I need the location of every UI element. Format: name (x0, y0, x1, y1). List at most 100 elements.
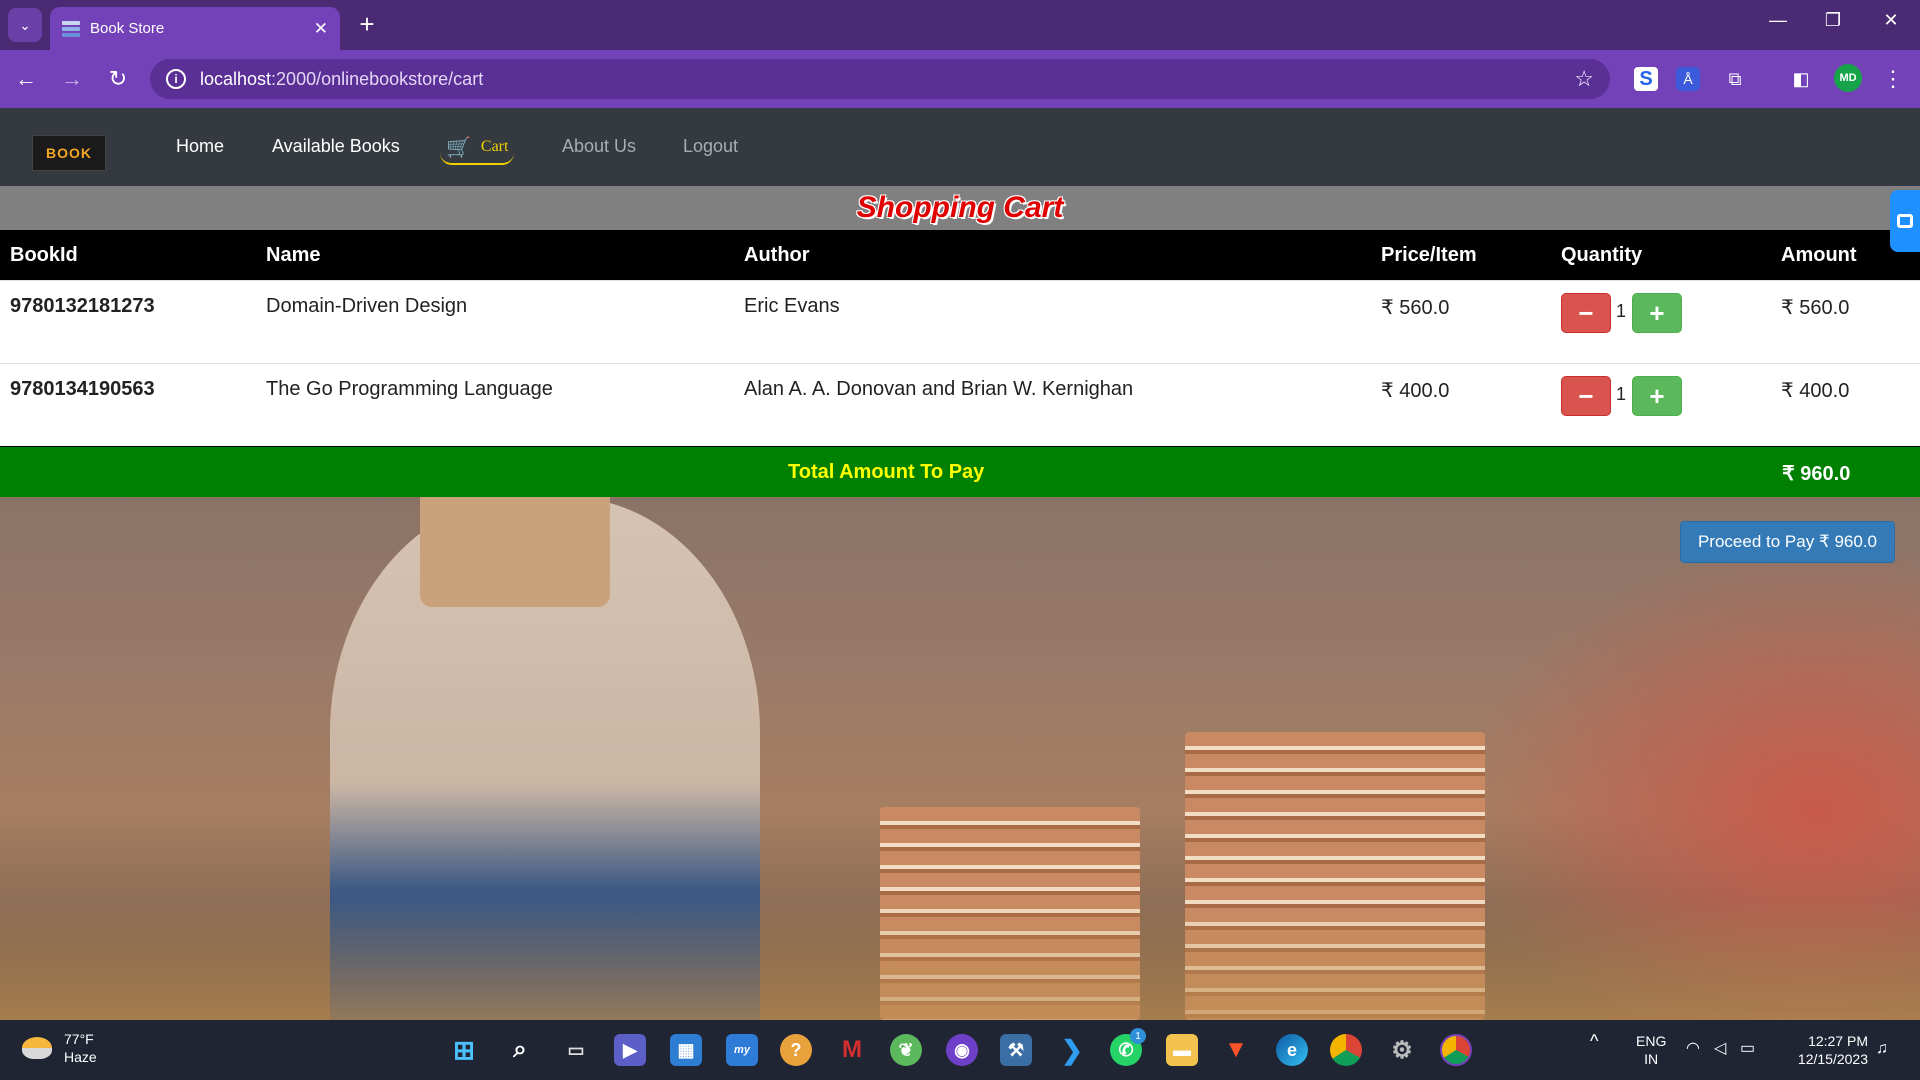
grass-foreground (0, 900, 1920, 1020)
chrome-profile-icon[interactable] (1440, 1034, 1472, 1066)
url-text: localhost:2000/onlinebookstore/cart (200, 68, 484, 89)
show-hidden-icons-icon[interactable]: ^ (1590, 1032, 1598, 1050)
file-explorer-icon[interactable]: ▬ (1166, 1034, 1198, 1066)
mysql-workbench-icon[interactable]: ⚒ (1000, 1034, 1032, 1066)
decrease-quantity-button[interactable]: − (1561, 376, 1611, 416)
system-clock[interactable]: 12:27 PM 12/15/2023 (1784, 1032, 1868, 1068)
task-view-icon[interactable]: ▭ (560, 1034, 592, 1066)
nav-cart[interactable]: 🛒 Cart (440, 131, 515, 165)
column-header-amount: Amount (1781, 244, 1857, 266)
column-header-author: Author (744, 244, 810, 266)
book-amount: ₹ 560.0 (1781, 297, 1850, 319)
held-book (420, 497, 610, 607)
shopping-cart-icon: 🛒 (446, 136, 471, 159)
decrease-quantity-button[interactable]: − (1561, 293, 1611, 333)
nav-about-us[interactable]: About Us (562, 136, 636, 157)
mcafee-icon[interactable]: M (836, 1034, 868, 1066)
total-row: Total Amount To Pay ₹ 960.0 (0, 447, 1920, 497)
close-window-icon[interactable]: ✕ (1871, 10, 1911, 31)
volume-icon[interactable]: ◁ (1714, 1040, 1726, 1058)
quantity-value: 1 (1616, 384, 1627, 404)
microsoft-store-icon[interactable]: ▦ (670, 1034, 702, 1066)
page-title: Shopping Cart (856, 191, 1064, 224)
whatsapp-badge: 1 (1130, 1028, 1146, 1044)
book-favicon-icon (62, 20, 80, 37)
total-label: Total Amount To Pay (788, 461, 985, 483)
extension-a-icon[interactable]: Å (1676, 67, 1700, 91)
increase-quantity-button[interactable]: + (1632, 293, 1682, 333)
cart-table-header: BookId Name Author Price/Item Quantity A… (0, 230, 1920, 280)
table-row: 9780132181273 Domain-Driven Design Eric … (0, 280, 1920, 363)
mysql-icon[interactable]: my (726, 1034, 758, 1066)
nav-cart-label: Cart (480, 138, 509, 155)
book-author: Eric Evans (744, 295, 840, 317)
plus-icon: + (1649, 297, 1665, 328)
extensions-puzzle-icon[interactable]: ⧉ (1720, 64, 1750, 94)
windows-start-icon[interactable]: ⊞ (448, 1034, 480, 1066)
wifi-icon[interactable]: ◠ (1686, 1040, 1700, 1058)
profile-avatar[interactable]: MD (1834, 64, 1862, 92)
browser-tab[interactable]: Book Store ✕ (50, 7, 340, 50)
nav-available-books[interactable]: Available Books (272, 136, 400, 157)
nav-logout[interactable]: Logout (683, 136, 738, 157)
search-icon[interactable]: ⌕ (504, 1034, 536, 1066)
restore-icon[interactable]: ❐ (1813, 10, 1853, 31)
weather-haze-icon (22, 1037, 52, 1059)
proceed-to-pay-button[interactable]: Proceed to Pay ₹ 960.0 (1680, 521, 1895, 563)
vscode-icon[interactable]: ❯ (1056, 1034, 1088, 1066)
book-amount: ₹ 400.0 (1781, 380, 1850, 402)
browser-menu-icon[interactable]: ⋮ (1878, 64, 1908, 94)
chevron-down-icon: ⌄ (19, 16, 31, 33)
tab-close-icon[interactable]: ✕ (314, 19, 328, 39)
book-author: Alan A. A. Donovan and Brian W. Kernigha… (744, 378, 1134, 400)
book-name: Domain-Driven Design (266, 295, 468, 317)
extension-s-icon[interactable]: S (1634, 67, 1658, 91)
reload-icon[interactable]: ↻ (102, 63, 134, 95)
weather-condition: Haze (64, 1049, 97, 1065)
battery-icon[interactable]: ▭ (1740, 1040, 1755, 1058)
teams-chat-icon[interactable]: ▶ (614, 1034, 646, 1066)
github-desktop-icon[interactable]: ◉ (946, 1034, 978, 1066)
side-widget-tab[interactable] (1890, 190, 1920, 252)
minus-icon: − (1578, 380, 1594, 411)
book-name: The Go Programming Language (266, 378, 553, 400)
plus-icon: + (1649, 380, 1665, 411)
settings-gear-icon[interactable]: ⚙ (1386, 1034, 1418, 1066)
column-header-price: Price/Item (1381, 244, 1477, 266)
minimize-icon[interactable]: — (1758, 10, 1798, 31)
book-id: 9780132181273 (10, 295, 155, 317)
back-icon[interactable]: ← (10, 63, 42, 95)
site-logo[interactable]: BOOK (32, 135, 106, 171)
minus-icon: − (1578, 297, 1594, 328)
tab-search-button[interactable]: ⌄ (8, 8, 42, 42)
edge-browser-icon[interactable]: e (1276, 1034, 1308, 1066)
increase-quantity-button[interactable]: + (1632, 376, 1682, 416)
bookmark-star-icon[interactable]: ☆ (1574, 66, 1594, 92)
notification-bell-icon[interactable]: ♫ (1876, 1040, 1888, 1058)
weather-widget[interactable]: 77°F Haze (22, 1030, 97, 1066)
book-id: 9780134190563 (10, 378, 155, 400)
cart-title-bar: Shopping Cart (0, 186, 1920, 230)
quantity-value: 1 (1616, 301, 1627, 321)
nav-home[interactable]: Home (176, 136, 224, 157)
book-price: ₹ 400.0 (1381, 380, 1450, 402)
column-header-quantity: Quantity (1561, 244, 1643, 266)
new-tab-button[interactable]: + (352, 9, 382, 39)
window-icon (1897, 214, 1913, 228)
address-bar[interactable]: i localhost:2000/onlinebookstore/cart ☆ (150, 59, 1610, 99)
background-image (0, 497, 1920, 1020)
chrome-icon[interactable] (1330, 1034, 1362, 1066)
quick-assist-icon[interactable]: ? (780, 1034, 812, 1066)
browser-tab-strip: ⌄ Book Store ✕ + — ❐ ✕ (0, 0, 1920, 50)
column-header-bookid: BookId (10, 244, 78, 266)
brave-browser-icon[interactable]: ▼ (1220, 1034, 1252, 1066)
side-panel-icon[interactable]: ◧ (1786, 64, 1816, 94)
language-indicator[interactable]: ENG IN (1636, 1032, 1666, 1068)
tab-title: Book Store (90, 20, 165, 37)
windows-taskbar: 77°F Haze ⊞ ⌕ ▭ ▶ ▦ my ? M ❦ ◉ ⚒ ❯ ✆ 1 ▬… (0, 1020, 1920, 1080)
temperature: 77°F (64, 1031, 94, 1047)
spring-tool-icon[interactable]: ❦ (890, 1034, 922, 1066)
forward-icon[interactable]: → (56, 63, 88, 95)
site-info-icon[interactable]: i (166, 69, 186, 89)
browser-toolbar: ← → ↻ i localhost:2000/onlinebookstore/c… (0, 50, 1920, 108)
